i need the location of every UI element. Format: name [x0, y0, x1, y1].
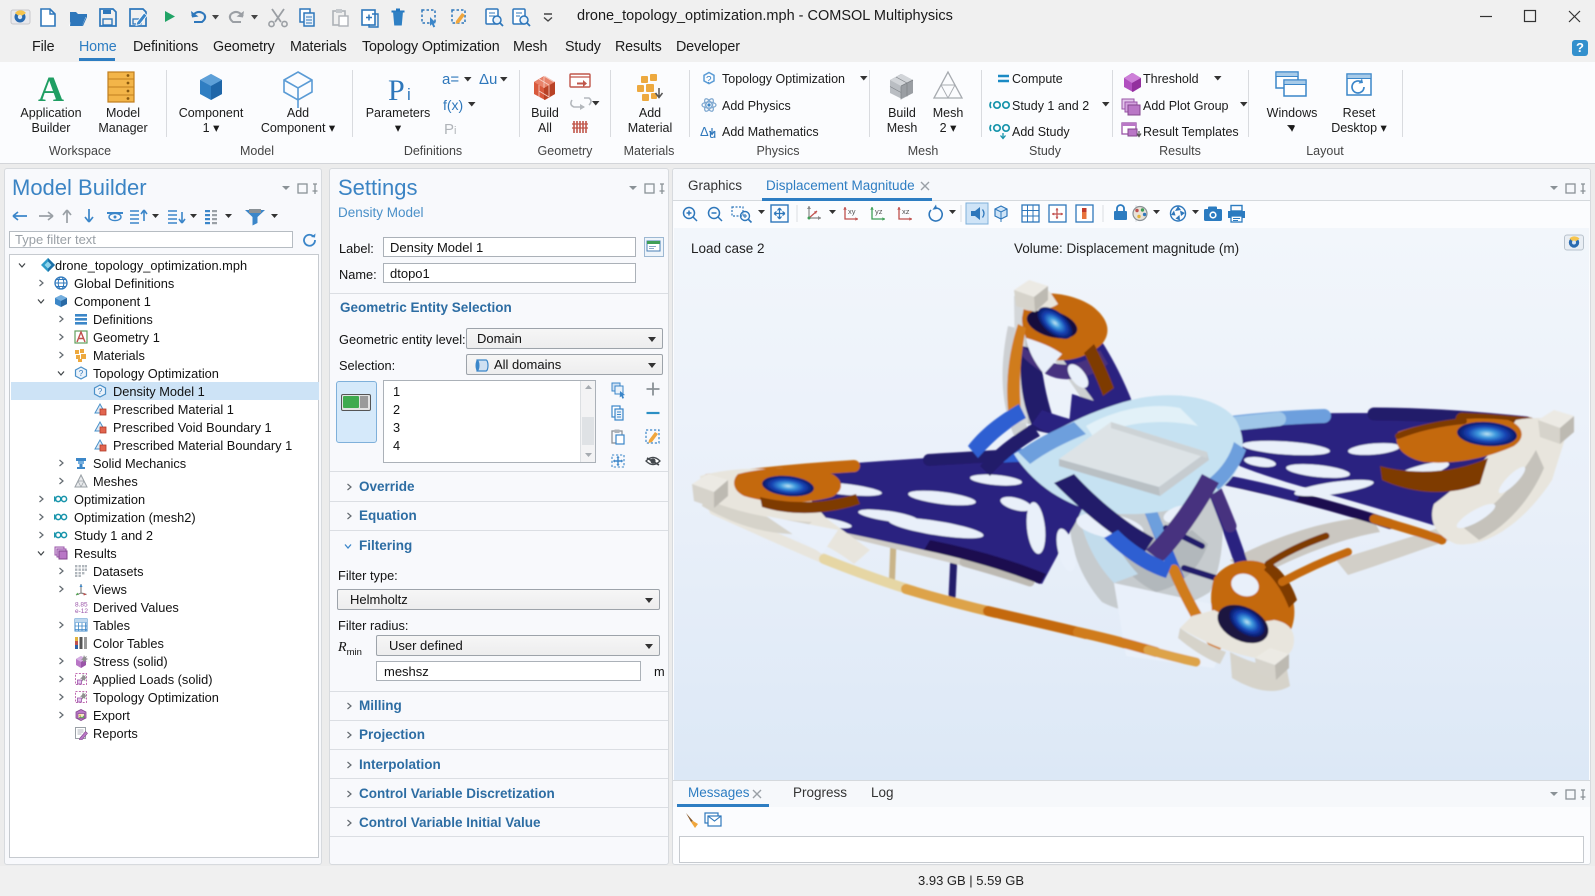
- svg-text:yz: yz: [875, 207, 883, 216]
- svg-text:?: ?: [706, 75, 712, 86]
- svg-text:A: A: [38, 69, 64, 109]
- svg-text:Δ: Δ: [700, 124, 709, 139]
- svg-text:i: i: [454, 125, 456, 137]
- svg-text:Δu: Δu: [479, 71, 497, 88]
- svg-text:f(x): f(x): [443, 97, 463, 113]
- svg-text:P: P: [388, 74, 405, 107]
- svg-text:xy: xy: [848, 207, 856, 216]
- svg-text:a=: a=: [442, 71, 459, 88]
- svg-text:i: i: [407, 85, 411, 104]
- svg-text:xz: xz: [902, 207, 910, 216]
- svg-text:P: P: [444, 121, 454, 138]
